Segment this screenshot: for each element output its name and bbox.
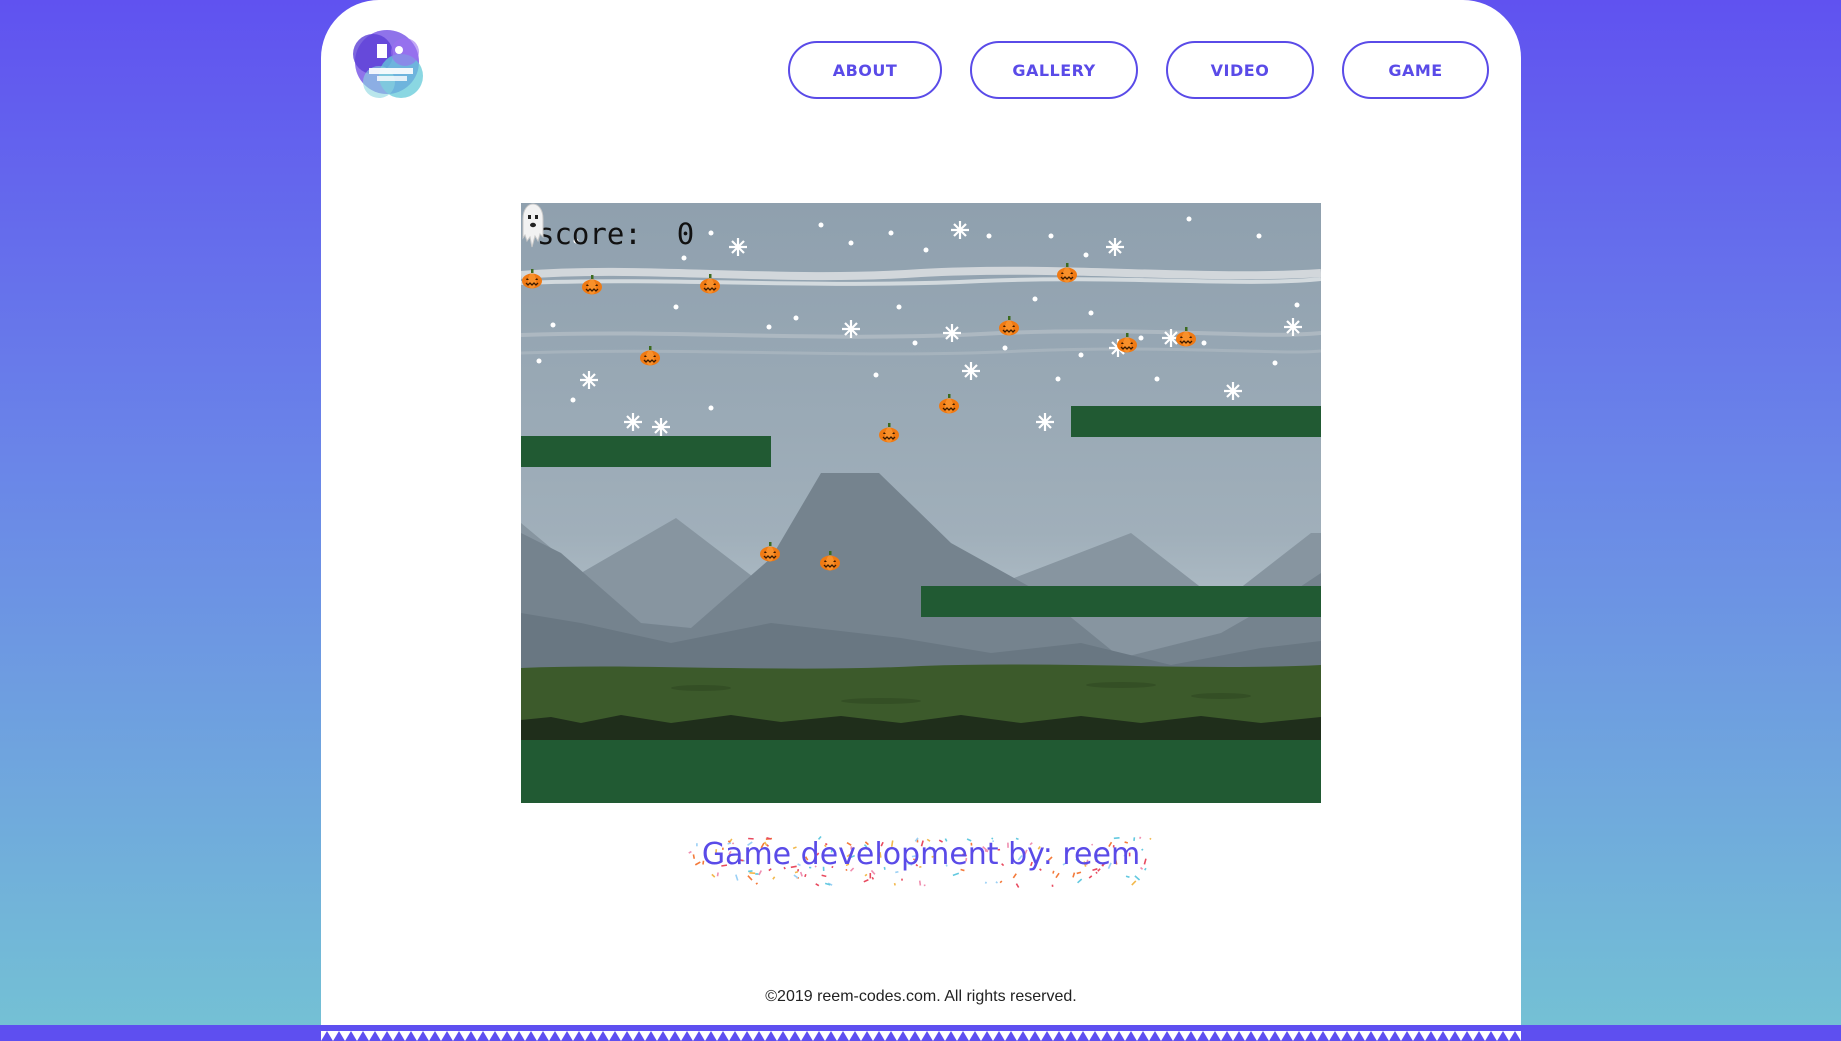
score-value: 0 xyxy=(676,217,695,251)
pumpkin-icon xyxy=(1176,327,1196,347)
platform xyxy=(1071,406,1321,437)
page-card: ABOUT GALLERY VIDEO GAME score: 0 Game d… xyxy=(321,0,1521,1041)
pumpkin-icon xyxy=(1117,333,1137,353)
pumpkin-icon xyxy=(820,551,840,571)
pumpkin-icon xyxy=(999,316,1019,336)
nav-gallery-button[interactable]: GALLERY xyxy=(970,41,1138,99)
nav-video-button[interactable]: VIDEO xyxy=(1166,41,1314,99)
pumpkin-icon xyxy=(760,542,780,562)
game-background xyxy=(521,216,1321,740)
copyright-text: ©2019 reem-codes.com. All rights reserve… xyxy=(765,988,1077,1005)
ghost-icon xyxy=(522,203,544,248)
pumpkin-icon xyxy=(879,423,899,443)
credit-banner: Game development by: reem xyxy=(681,833,1161,889)
score-display: score: 0 xyxy=(537,217,694,251)
zigzag-border xyxy=(321,1031,1521,1041)
credit-text: Game development by: reem xyxy=(701,837,1141,872)
score-label: score: xyxy=(537,217,642,251)
platform xyxy=(521,436,771,467)
pumpkin-icon xyxy=(939,394,959,414)
pumpkin-icon xyxy=(1057,263,1077,283)
pumpkin-icon xyxy=(582,275,602,295)
game-canvas[interactable]: score: 0 xyxy=(521,203,1321,803)
platform xyxy=(921,586,1321,617)
nav-about-button[interactable]: ABOUT xyxy=(788,41,942,99)
nav-game-button[interactable]: GAME xyxy=(1342,41,1489,99)
logo-icon[interactable] xyxy=(343,24,437,108)
ground-platform xyxy=(521,740,1321,803)
pumpkin-icon xyxy=(522,269,542,289)
pumpkin-icon xyxy=(700,274,720,294)
pumpkin-icon xyxy=(640,346,660,366)
main-nav: ABOUT GALLERY VIDEO GAME xyxy=(788,41,1489,99)
